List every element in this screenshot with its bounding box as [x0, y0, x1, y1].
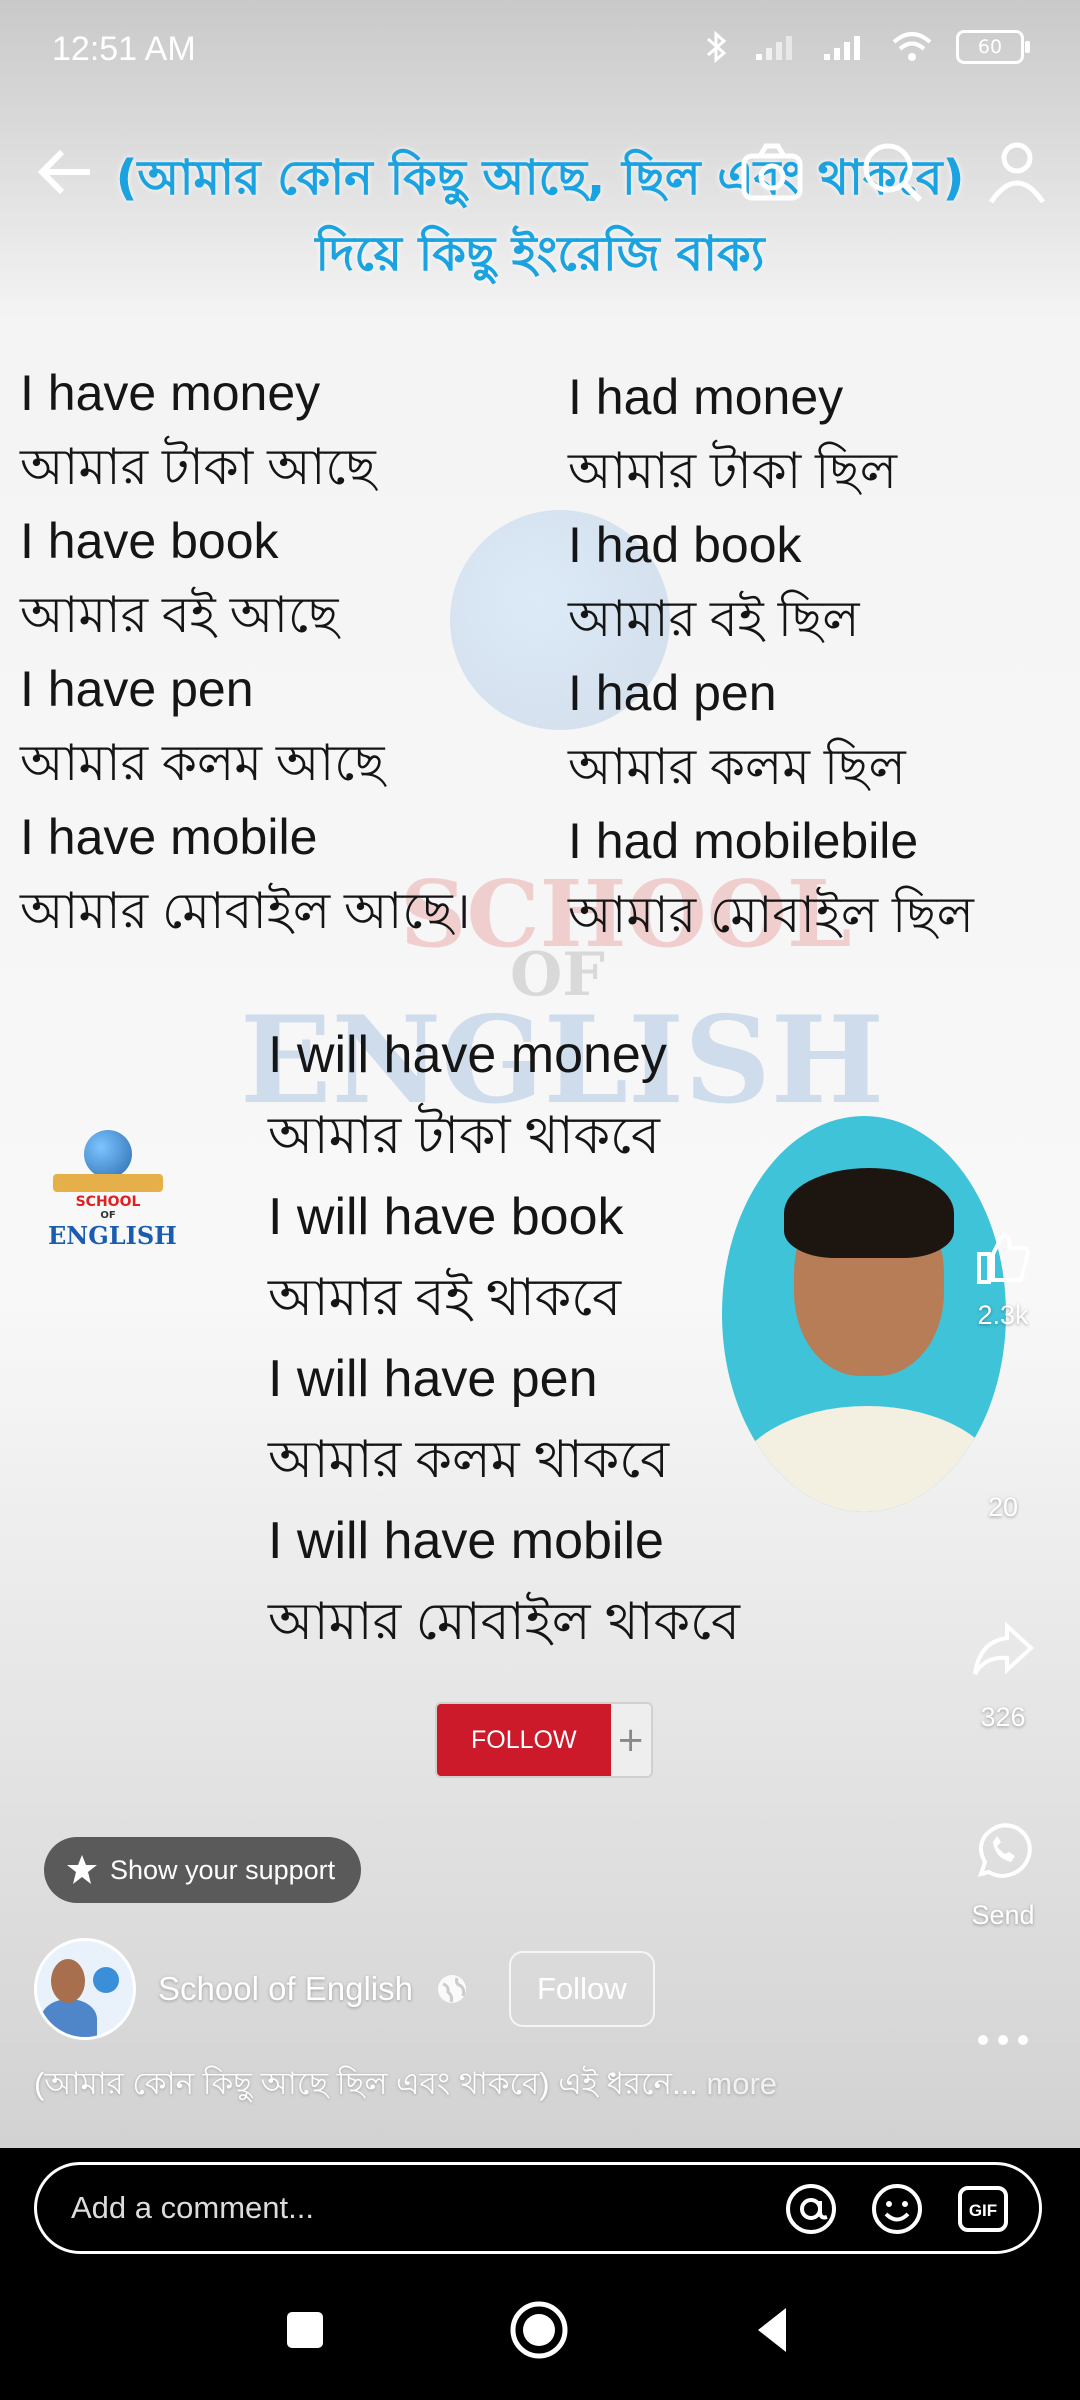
globe-icon — [84, 1130, 132, 1178]
comment-count: 20 — [987, 1492, 1019, 1522]
reels-screen: (আমার কোন কিছু আছে, ছিল এবং থাকবে) দিয়ে… — [0, 0, 1080, 2400]
video-title-line2: দিয়ে কিছু ইংরেজি বাক্য — [315, 226, 765, 282]
at-icon[interactable] — [785, 2183, 837, 2235]
share-icon — [973, 1621, 1034, 1676]
gif-icon[interactable]: GIF — [957, 2183, 1009, 2235]
book-icon — [53, 1174, 163, 1192]
comment-input[interactable]: Add a comment... GIF — [34, 2162, 1042, 2254]
back-arrow-icon[interactable] — [34, 140, 98, 204]
bengali-translation: আমার মোবাইল ছিল — [568, 887, 974, 943]
back-icon[interactable] — [744, 2300, 804, 2360]
status-icons: 60 — [702, 30, 1030, 64]
english-sentence: I had book — [568, 517, 802, 573]
emoji-icon[interactable] — [871, 2183, 923, 2235]
home-icon[interactable] — [509, 2300, 569, 2360]
bengali-translation: আমার মোবাইল আছে। — [20, 883, 471, 939]
logo-text: SCHOOL — [75, 1194, 141, 1210]
bengali-translation: আমার কলম আছে — [20, 735, 385, 791]
english-sentence: I will have money — [268, 1026, 667, 1084]
plus-icon: + — [610, 1704, 651, 1776]
english-sentence: I have pen — [20, 661, 254, 717]
owner-row: School of English Follow — [34, 1938, 655, 2040]
english-sentence: I had money — [568, 369, 844, 425]
battery-indicator: 60 — [956, 30, 1030, 64]
english-sentence: I will have pen — [268, 1350, 598, 1408]
english-sentence: I will have mobile — [268, 1512, 664, 1570]
like-button[interactable]: 2.3k — [958, 1230, 1048, 1331]
support-star-icon — [67, 1855, 97, 1884]
english-sentence: I have book — [20, 513, 279, 569]
show-support-button[interactable]: Show your support — [44, 1837, 362, 1903]
bluetooth-icon — [707, 30, 727, 64]
like-count: 2.3k — [977, 1300, 1029, 1330]
bengali-translation: আমার বই আছে — [20, 587, 339, 643]
profile-icon[interactable] — [985, 140, 1049, 204]
english-sentence: I have mobile — [20, 809, 318, 865]
video-player[interactable]: (আমার কোন কিছু আছে, ছিল এবং থাকবে) দিয়ে… — [0, 0, 1080, 2148]
present-tense-column: I have money আমার টাকা আছে I have book আমার… — [20, 356, 471, 948]
avatar-globe — [93, 1967, 119, 1993]
signal-icon — [824, 36, 860, 60]
bengali-translation: আমার বই থাকবে — [268, 1269, 622, 1327]
status-bar: 12:51 AM 60 — [0, 0, 1080, 108]
share-count: 326 — [980, 1702, 1026, 1732]
bengali-translation: আমার টাকা ছিল — [568, 443, 897, 499]
camera-icon[interactable] — [740, 140, 804, 204]
logo-text: OF — [100, 1210, 116, 1221]
caption[interactable]: (আমার কোন কিছু আছে ছিল এবং থাকবে) এই ধরন… — [34, 2060, 777, 2112]
bengali-translation: আমার কলম ছিল — [568, 739, 906, 795]
english-sentence: I have money — [20, 365, 321, 421]
recents-icon[interactable] — [275, 2300, 335, 2360]
page-name[interactable]: School of English — [158, 1970, 413, 2008]
bengali-translation: আমার টাকা আছে — [20, 439, 376, 495]
future-tense-column: I will have money আমার টাকা থাকবে I will h… — [268, 1015, 740, 1663]
presenter-hair — [784, 1168, 954, 1258]
status-time: 12:51 AM — [52, 30, 196, 68]
follow-button[interactable]: Follow — [509, 1951, 655, 2027]
share-button[interactable]: 326 — [958, 1620, 1048, 1733]
school-logo: SCHOOL OF ENGLISH — [48, 1130, 177, 1250]
globe-icon — [438, 1975, 466, 2003]
more-button[interactable] — [958, 2030, 1048, 2050]
comment-button[interactable]: 20 — [958, 1428, 1048, 1523]
caption-text: (আমার কোন কিছু আছে ছিল এবং থাকবে) এই ধরন… — [34, 2066, 698, 2101]
bengali-translation: আমার মোবাইল থাকবে — [268, 1593, 740, 1651]
bengali-translation: আমার বই ছিল — [568, 591, 860, 647]
more-icon — [978, 2035, 1028, 2045]
follow-pill-label: FOLLOW — [437, 1704, 611, 1776]
caption-more-link[interactable]: more — [706, 2066, 777, 2101]
wifi-icon — [892, 32, 932, 61]
bengali-translation: আমার কলম থাকবে — [268, 1431, 670, 1489]
signal-icon — [756, 36, 792, 60]
like-icon — [977, 1231, 1030, 1284]
avatar[interactable] — [34, 1938, 136, 2040]
avatar-body — [41, 1999, 97, 2037]
english-sentence: I had mobilebile — [568, 813, 919, 869]
english-sentence: I will have book — [268, 1188, 624, 1246]
search-icon[interactable] — [860, 140, 924, 204]
avatar-face — [51, 1959, 85, 2003]
comment-icon — [975, 1428, 1031, 1484]
whatsapp-icon — [977, 1823, 1032, 1879]
support-label: Show your support — [110, 1855, 336, 1885]
bengali-translation: আমার টাকা থাকবে — [268, 1107, 660, 1165]
english-sentence: I had pen — [568, 665, 777, 721]
comment-placeholder: Add a comment... — [71, 2190, 314, 2225]
send-label: Send — [971, 1900, 1035, 1930]
send-button[interactable]: Send — [958, 1818, 1048, 1931]
svg-text:GIF: GIF — [969, 2201, 997, 2220]
past-tense-column: I had money আমার টাকা ছিল I had book আমার ব… — [568, 360, 974, 952]
video-follow-button[interactable]: FOLLOW + — [435, 1702, 653, 1778]
logo-text: ENGLISH — [48, 1221, 177, 1250]
